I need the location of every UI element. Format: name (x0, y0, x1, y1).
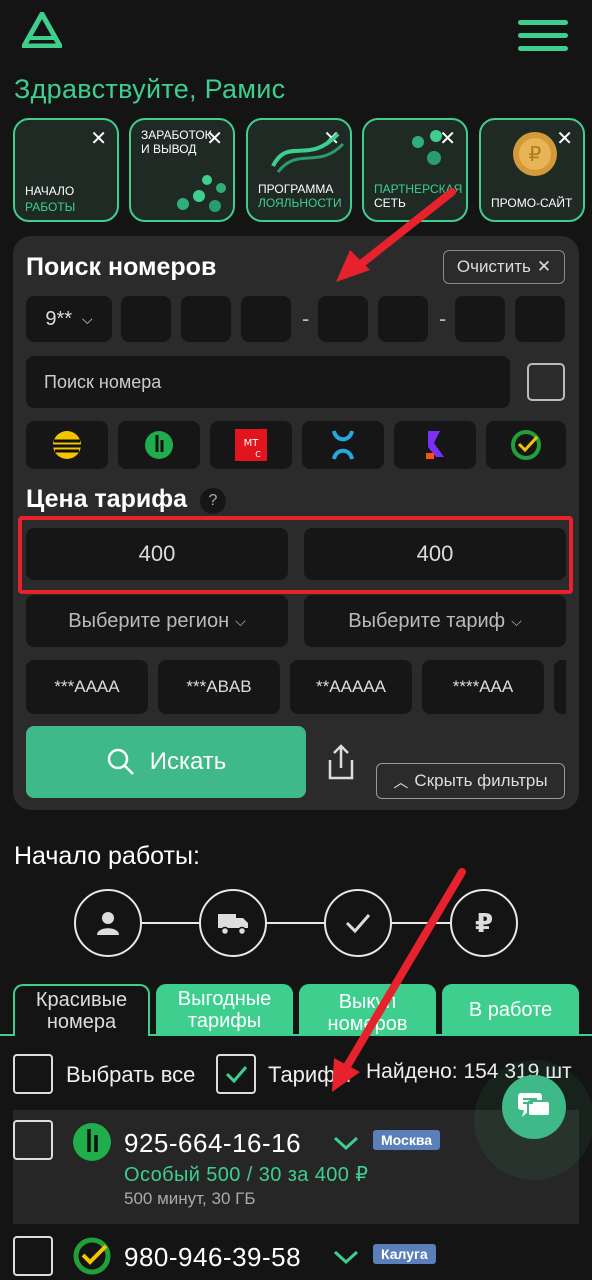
annotation-arrows (332, 188, 466, 1092)
